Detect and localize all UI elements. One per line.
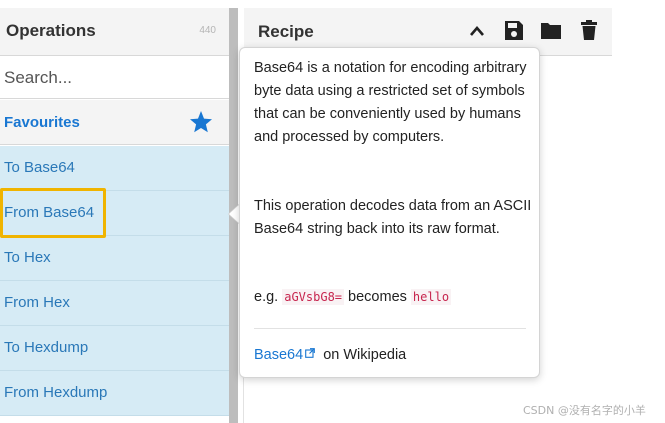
operation-item-to-hex[interactable]: To Hex [0, 236, 230, 281]
description-paragraph: This operation decodes data from an ASCI… [254, 198, 532, 237]
operation-list: To Base64 From Base64 To Hex From Hex To… [0, 146, 230, 416]
operation-label: From Hexdump [4, 384, 108, 401]
operation-label: To Base64 [4, 159, 75, 176]
description-paragraph: Base64 is a notation for encoding arbitr… [254, 60, 527, 145]
highlight-box [0, 188, 106, 238]
operations-count: 440 [199, 25, 216, 36]
chevron-up-icon[interactable] [469, 24, 485, 38]
star-icon [190, 111, 212, 133]
operation-label: To Hex [4, 249, 51, 266]
wikipedia-link[interactable]: Base64 [254, 347, 303, 363]
example-prefix: e.g. [254, 289, 283, 305]
operation-description-popover: Base64 is a notation for encoding arbitr… [239, 47, 540, 378]
example-line: e.g. aGVsbG8= becomes hello [254, 286, 532, 309]
divider [254, 328, 526, 329]
operation-item-from-hex[interactable]: From Hex [0, 281, 230, 326]
operations-header: Operations 440 [0, 8, 230, 56]
wikipedia-line: Base64 on Wikipedia [254, 347, 406, 363]
example-input-code: aGVsbG8= [282, 289, 345, 305]
example-middle: becomes [344, 289, 411, 305]
recipe-title: Recipe [258, 22, 314, 41]
folder-icon[interactable] [540, 21, 562, 40]
wikipedia-suffix: on Wikipedia [319, 347, 407, 363]
operation-item-to-base64[interactable]: To Base64 [0, 146, 230, 191]
save-icon[interactable] [504, 20, 524, 41]
watermark: CSDN @没有名字的小羊 [523, 404, 646, 417]
favourites-label: Favourites [4, 114, 80, 131]
trash-icon[interactable] [581, 20, 597, 41]
example-output-code: hello [410, 289, 452, 305]
operation-label: From Hex [4, 294, 70, 311]
external-link-icon [305, 348, 316, 358]
search-input[interactable] [0, 57, 230, 99]
operations-panel: Operations 440 Favourites To Base64 From… [0, 0, 230, 423]
operation-item-to-hexdump[interactable]: To Hexdump [0, 326, 230, 371]
operation-label: To Hexdump [4, 339, 89, 356]
operation-item-from-hexdump[interactable]: From Hexdump [0, 371, 230, 416]
operations-title: Operations [6, 21, 96, 40]
